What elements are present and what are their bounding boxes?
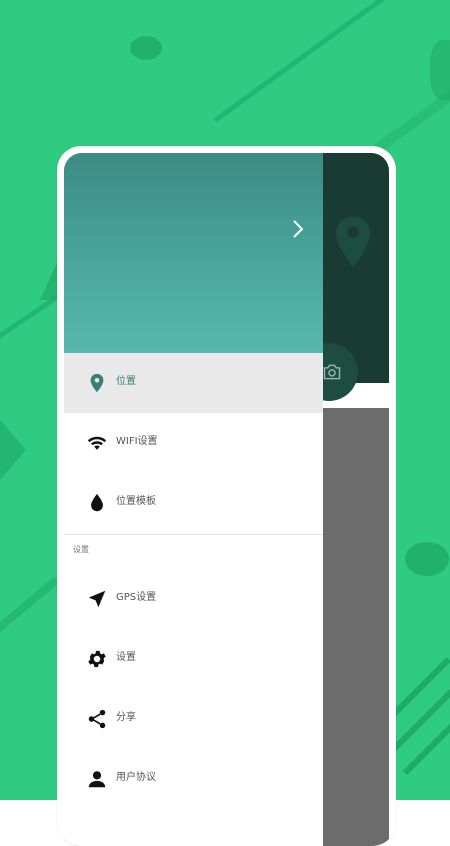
camera-icon	[323, 364, 341, 380]
menu-item-label: 位置	[116, 376, 136, 387]
section-title-settings: 设置	[73, 545, 89, 554]
decor-stripe	[0, 576, 60, 648]
chevron-right-icon[interactable]	[292, 219, 304, 239]
water-drop-icon	[91, 493, 103, 512]
menu-item-location-template[interactable]: 位置模板	[64, 473, 323, 533]
menu-item-label: 位置模板	[116, 496, 156, 507]
decor-stripe	[213, 0, 427, 123]
drawer-header	[64, 153, 323, 353]
menu-item-label: 设置	[116, 652, 136, 663]
phone-screen: 位置 WIFI设置 位置模板 设置 GPS设置 设置 分享 用户协议	[64, 153, 389, 846]
menu-item-share[interactable]: 分享	[64, 689, 323, 749]
menu-item-location[interactable]: 位置	[64, 353, 323, 413]
drawer-divider	[64, 534, 323, 535]
menu-item-settings[interactable]: 设置	[64, 629, 323, 689]
menu-item-label: 分享	[116, 712, 136, 723]
navigation-arrow-icon	[88, 590, 106, 608]
menu-item-label: 用户协议	[116, 772, 156, 783]
decor-blob	[430, 40, 450, 100]
menu-item-label: GPS设置	[116, 592, 157, 603]
menu-item-user-agreement[interactable]: 用户协议	[64, 749, 323, 809]
gear-icon	[88, 650, 106, 668]
user-icon	[88, 771, 106, 788]
decor-shape	[0, 420, 26, 480]
navigation-drawer: 位置 WIFI设置 位置模板 设置 GPS设置 设置 分享 用户协议	[64, 153, 323, 846]
menu-item-gps-settings[interactable]: GPS设置	[64, 569, 323, 629]
menu-item-wifi-settings[interactable]: WIFI设置	[64, 413, 323, 473]
decor-blob	[405, 542, 449, 576]
phone-mockup: 位置 WIFI设置 位置模板 设置 GPS设置 设置 分享 用户协议	[57, 146, 396, 846]
share-icon	[88, 709, 106, 729]
menu-item-label: WIFI设置	[116, 436, 158, 447]
decor-stripe	[392, 689, 450, 751]
location-pin-icon	[90, 373, 104, 393]
wifi-icon	[87, 436, 107, 450]
decor-blob	[130, 36, 162, 60]
location-pin-icon	[336, 216, 370, 268]
